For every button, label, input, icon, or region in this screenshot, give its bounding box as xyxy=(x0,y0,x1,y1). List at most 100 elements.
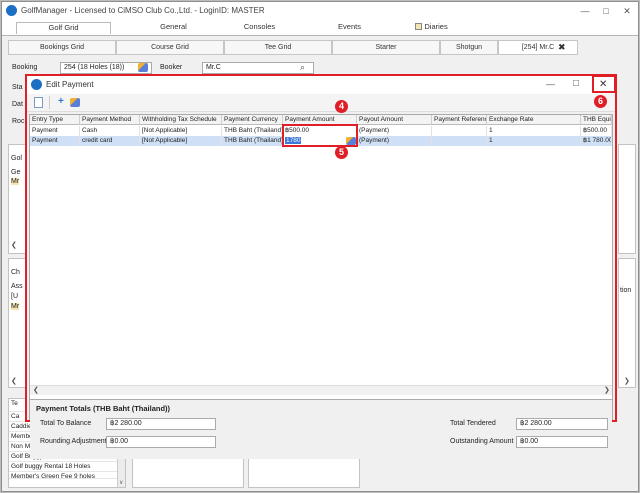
chevron-down-icon[interactable]: ∨ xyxy=(119,479,123,486)
table-cell: credit card xyxy=(80,136,140,146)
booker-field[interactable]: Mr.C xyxy=(202,62,314,74)
total-to-balance-field[interactable]: ฿2 280.00 xyxy=(106,418,216,430)
col-payment-method[interactable]: Payment Method xyxy=(80,115,140,125)
main-window: GolfManager - Licensed to CiMSO Club Co.… xyxy=(1,1,639,492)
table-cell: ฿1 780.00 xyxy=(583,136,612,146)
scroll-left-icon[interactable]: ❮ xyxy=(11,241,17,249)
dialog-close-icon[interactable]: ✕ xyxy=(599,79,607,90)
total-tendered-label: Total Tendered xyxy=(450,420,496,427)
app-logo-icon xyxy=(31,79,42,90)
annotation-badge-5: 5 xyxy=(335,146,348,159)
tab-diaries[interactable]: Diaries xyxy=(384,22,479,34)
close-icon[interactable]: ✕ xyxy=(620,6,634,17)
scroll-left-icon-2[interactable]: ❮ xyxy=(11,377,17,385)
horizontal-scrollbar[interactable]: ❮ ❯ xyxy=(30,385,612,395)
dialog-title: Edit Payment xyxy=(46,80,94,89)
amount-highlight-box xyxy=(282,124,358,147)
table-cell: THB Baht (Thailand) xyxy=(224,136,283,146)
table-cell: [Not Applicable] xyxy=(140,126,222,136)
bg-label-room: Roc xyxy=(12,118,25,125)
rounding-adjustment-label: Rounding Adjustment xyxy=(40,438,107,445)
total-to-balance-label: Total To Balance xyxy=(40,420,92,427)
totals-header: Payment Totals (THB Baht (Thailand)) xyxy=(36,404,171,413)
tab-tee-grid[interactable]: Tee Grid xyxy=(224,40,332,55)
bg-label-assign: Ass xyxy=(11,283,23,290)
dialog-title-bar: Edit Payment — □ ✕ xyxy=(27,75,616,94)
tab-events[interactable]: Events xyxy=(302,22,397,34)
table-cell: (Payment) xyxy=(357,136,432,146)
toolbar-divider xyxy=(49,96,50,109)
scroll-left-icon[interactable]: ❮ xyxy=(33,386,39,394)
bg-label-date: Dat xyxy=(12,101,23,108)
bg-right-panel-2: tion ❯ xyxy=(618,258,636,388)
table-cell: Cash xyxy=(80,126,140,136)
bg-label-status: Sta xyxy=(12,84,23,91)
tab-shotgun[interactable]: Shotgun xyxy=(440,40,498,55)
bg-label-unassigned: [U xyxy=(11,293,18,300)
dialog-toolbar: + xyxy=(27,94,615,112)
table-cell: (Payment) xyxy=(357,126,432,136)
list-item[interactable]: Golf buggy Rental 18 Holes xyxy=(9,462,125,472)
bg-label-charges: Ch xyxy=(11,269,20,276)
col-payment-currency[interactable]: Payment Currency xyxy=(222,115,283,125)
payment-totals-panel: Payment Totals (THB Baht (Thailand)) Tot… xyxy=(30,399,612,459)
tab-consoles[interactable]: Consoles xyxy=(212,22,307,34)
bg-label-mr: Mr xyxy=(11,178,20,185)
outstanding-amount-field[interactable]: ฿0.00 xyxy=(516,436,608,448)
maximize-icon[interactable]: □ xyxy=(573,78,579,89)
minimize-icon[interactable]: — xyxy=(578,6,592,16)
bg-label-mr-2: Mr xyxy=(11,303,20,310)
total-tendered-field[interactable]: ฿2 280.00 xyxy=(516,418,608,430)
diary-icon xyxy=(415,23,423,30)
tab-bookings-grid[interactable]: Bookings Grid xyxy=(8,40,116,55)
main-tab-bar: Golf Grid General Consoles Events Diarie… xyxy=(2,20,638,36)
app-logo-icon xyxy=(6,5,17,16)
add-payment-icon[interactable]: + xyxy=(58,96,64,107)
bg-label-general: Ge xyxy=(11,169,21,176)
new-document-icon[interactable] xyxy=(34,97,43,108)
scroll-right-icon[interactable]: ❯ xyxy=(624,377,630,385)
col-withholding-tax[interactable]: Withholding Tax Schedule xyxy=(140,115,222,125)
scroll-right-icon[interactable]: ❯ xyxy=(604,386,610,394)
bg-right-panel xyxy=(618,144,636,254)
sub-tab-bar: Bookings Grid Course Grid Tee Grid Start… xyxy=(2,40,638,55)
payment-grid: Entry Type Payment Method Withholding Ta… xyxy=(29,114,613,459)
tab-general[interactable]: General xyxy=(126,22,221,34)
tab-starter[interactable]: Starter xyxy=(332,40,440,55)
tab-booking-254[interactable]: [254] Mr.C xyxy=(498,40,578,55)
bg-label-action: tion xyxy=(620,287,632,294)
col-payment-reference[interactable]: Payment Reference xyxy=(432,115,487,125)
table-cell: Payment xyxy=(30,126,80,136)
app-title-bar: GolfManager - Licensed to CiMSO Club Co.… xyxy=(2,2,638,20)
tab-golf-grid[interactable]: Golf Grid xyxy=(16,22,111,34)
rounding-adjustment-field[interactable]: ฿0.00 xyxy=(106,436,216,448)
table-cell: 1 xyxy=(487,126,581,136)
table-cell: Payment xyxy=(30,136,80,146)
outstanding-amount-label: Outstanding Amount xyxy=(450,438,514,445)
col-thb-equivalent[interactable]: THB Equival xyxy=(581,115,612,125)
minimize-icon[interactable]: — xyxy=(546,79,555,89)
tab-course-grid[interactable]: Course Grid xyxy=(116,40,224,55)
booker-label: Booker xyxy=(160,64,183,71)
annotation-badge-4: 4 xyxy=(335,100,348,113)
col-exchange-rate[interactable]: Exchange Rate xyxy=(487,115,581,125)
table-cell: [Not Applicable] xyxy=(140,136,222,146)
table-cell: ฿500.00 xyxy=(581,126,612,136)
tab-diaries-label: Diaries xyxy=(424,22,448,31)
col-payout-amount[interactable]: Payout Amount xyxy=(357,115,432,125)
list-item[interactable]: Member's Green Fee 9 holes xyxy=(9,472,125,479)
table-cell xyxy=(432,136,487,146)
edit-icon[interactable] xyxy=(70,98,80,107)
table-cell: 1 xyxy=(487,136,581,146)
bg-label-golfer: Gol xyxy=(11,155,22,162)
close-tab-icon[interactable]: ✖ xyxy=(558,42,566,53)
table-cell: THB Baht (Thailand) xyxy=(224,126,283,136)
annotation-badge-6: 6 xyxy=(594,95,607,108)
search-icon[interactable]: ⌕ xyxy=(300,62,305,73)
table-cell xyxy=(432,126,487,136)
edit-booking-icon[interactable] xyxy=(138,63,148,72)
col-entry-type[interactable]: Entry Type xyxy=(30,115,80,125)
booking-label: Booking xyxy=(12,64,38,71)
maximize-icon[interactable]: □ xyxy=(599,6,613,16)
edit-payment-dialog: Edit Payment — □ ✕ + Entry Type Payment … xyxy=(25,74,617,459)
